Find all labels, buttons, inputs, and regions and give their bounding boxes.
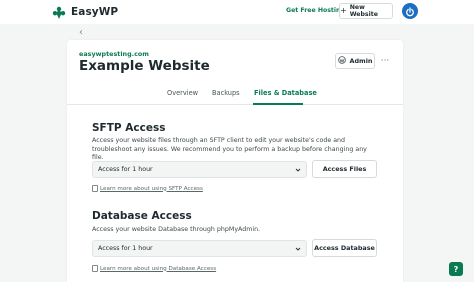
page-title: Example Website: [79, 58, 210, 74]
document-icon: [92, 265, 98, 272]
admin-label: Admin: [349, 57, 373, 65]
back-arrow-icon[interactable]: ‹: [79, 27, 83, 38]
new-website-label: New Website: [349, 4, 378, 18]
tab-files-database[interactable]: Files & Database: [254, 89, 317, 97]
help-button[interactable]: ?: [449, 262, 463, 276]
tab-backups[interactable]: Backups: [212, 89, 240, 97]
admin-button[interactable]: Admin: [335, 53, 375, 69]
database-duration-select[interactable]: Access for 1 hour: [92, 240, 307, 257]
document-icon: [92, 185, 98, 192]
database-learn-more-link[interactable]: Learn more about using Database Access: [92, 265, 216, 272]
tab-overview[interactable]: Overview: [167, 89, 198, 97]
sftp-section-title: SFTP Access: [92, 122, 166, 134]
wordpress-icon: [337, 56, 346, 66]
new-website-button[interactable]: + New Website: [339, 3, 393, 19]
power-icon: [405, 2, 415, 21]
database-section-title: Database Access: [92, 210, 192, 222]
database-description: Access your website Database through php…: [92, 226, 261, 233]
brand[interactable]: EasyWP: [52, 4, 118, 20]
get-free-hosting-link[interactable]: Get Free Hosting: [286, 7, 345, 14]
chevron-down-icon: [295, 246, 301, 252]
sftp-duration-select[interactable]: Access for 1 hour: [92, 161, 307, 178]
chevron-down-icon: [295, 167, 301, 173]
user-menu-button[interactable]: [402, 3, 418, 19]
top-bar: EasyWP Get Free Hosting + New Website: [0, 0, 474, 24]
plus-icon: +: [340, 6, 347, 15]
database-learn-more-text: Learn more about using Database Access: [100, 265, 217, 272]
sftp-learn-more-text: Learn more about using SFTP Access: [100, 185, 203, 192]
more-options-icon[interactable]: ···: [379, 54, 391, 68]
easywp-logo-icon: [52, 5, 66, 19]
site-domain: easywptesting.com: [79, 50, 149, 58]
brand-name: EasyWP: [71, 6, 119, 18]
active-tab-indicator: [253, 103, 303, 105]
access-files-button[interactable]: Access Files: [312, 160, 377, 178]
sftp-description: Access your website files through an SFT…: [92, 137, 367, 162]
sftp-duration-value: Access for 1 hour: [98, 166, 153, 173]
database-duration-value: Access for 1 hour: [98, 245, 153, 252]
access-database-button[interactable]: Access Database: [312, 239, 377, 257]
sftp-learn-more-link[interactable]: Learn more about using SFTP Access: [92, 185, 203, 192]
